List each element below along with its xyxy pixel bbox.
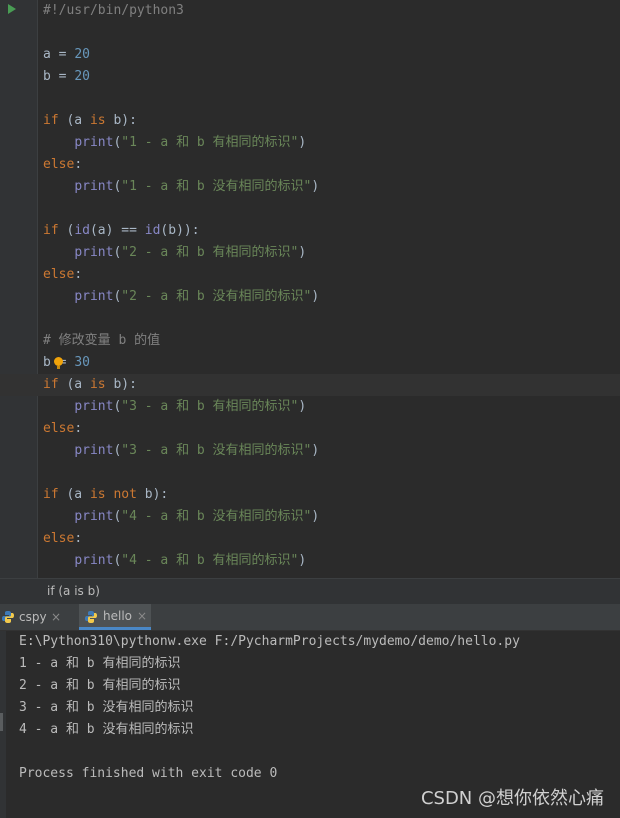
code-line-text: print("1 - a 和 b 有相同的标识") bbox=[74, 135, 307, 150]
tab-hello[interactable]: hello × bbox=[79, 604, 151, 630]
run-tab-bar: cspy × hello × bbox=[0, 604, 620, 631]
code-editor[interactable]: #!/usr/bin/python3 a = 20 b = 20 if (a i… bbox=[0, 0, 620, 578]
lightbulb-icon[interactable] bbox=[54, 357, 63, 369]
code-line[interactable]: else: bbox=[0, 418, 620, 440]
code-line-text: print("3 - a 和 b 没有相同的标识") bbox=[74, 443, 320, 458]
code-line[interactable]: else: bbox=[0, 528, 620, 550]
code-line[interactable]: else: bbox=[0, 264, 620, 286]
close-icon[interactable]: × bbox=[51, 604, 61, 630]
tab-label: hello bbox=[103, 609, 132, 623]
breadcrumb-item[interactable]: if (a is b) bbox=[47, 579, 100, 604]
code-line-text: # 修改变量 b 的值 bbox=[43, 333, 161, 348]
console-line: 2 - a 和 b 有相同的标识 bbox=[19, 678, 181, 693]
code-line-text: else: bbox=[43, 421, 83, 436]
code-line-text: if (id(a) == id(b)): bbox=[43, 223, 200, 238]
code-line-text: if (a is not b): bbox=[43, 487, 169, 502]
console-line: 4 - a 和 b 没有相同的标识 bbox=[19, 722, 194, 737]
code-line-text: print("3 - a 和 b 有相同的标识") bbox=[74, 399, 307, 414]
code-line-current[interactable]: if (a is b): bbox=[0, 374, 620, 396]
console-line: 3 - a 和 b 没有相同的标识 bbox=[19, 700, 194, 715]
code-line[interactable]: print("1 - a 和 b 没有相同的标识") bbox=[0, 176, 620, 198]
code-line-text: print("4 - a 和 b 有相同的标识") bbox=[74, 553, 307, 568]
console-marker bbox=[0, 713, 3, 731]
python-icon bbox=[85, 611, 97, 623]
code-line-text: else: bbox=[43, 531, 83, 546]
code-line-text: print("2 - a 和 b 有相同的标识") bbox=[74, 245, 307, 260]
code-line[interactable]: print("1 - a 和 b 有相同的标识") bbox=[0, 132, 620, 154]
watermark: CSDN @想你依然心痛 bbox=[420, 788, 604, 809]
code-line[interactable]: else: bbox=[0, 154, 620, 176]
code-line[interactable]: print("4 - a 和 b 有相同的标识") bbox=[0, 550, 620, 572]
code-line-text: b = 20 bbox=[43, 69, 90, 84]
code-line[interactable]: print("3 - a 和 b 没有相同的标识") bbox=[0, 440, 620, 462]
code-line[interactable]: print("2 - a 和 b 有相同的标识") bbox=[0, 242, 620, 264]
code-line[interactable]: # 修改变量 b 的值 bbox=[0, 330, 620, 352]
console-gutter bbox=[0, 631, 6, 818]
close-icon[interactable]: × bbox=[137, 604, 147, 628]
code-line-text: else: bbox=[43, 267, 83, 282]
code-line-text: b = 30 bbox=[43, 355, 90, 370]
code-line-text: if (a is b): bbox=[43, 113, 137, 128]
code-line[interactable]: b = 30 bbox=[0, 352, 620, 374]
code-line[interactable]: if (a is not b): bbox=[0, 484, 620, 506]
code-line-text: else: bbox=[43, 157, 83, 172]
code-line-text: print("4 - a 和 b 没有相同的标识") bbox=[74, 509, 320, 524]
code-line[interactable]: print("4 - a 和 b 没有相同的标识") bbox=[0, 506, 620, 528]
console-line: E:\Python310\pythonw.exe F:/PycharmProje… bbox=[19, 634, 520, 649]
code-line[interactable]: b = 20 bbox=[0, 66, 620, 88]
code-line[interactable]: print("2 - a 和 b 没有相同的标识") bbox=[0, 286, 620, 308]
code-line[interactable]: if (a is b): bbox=[0, 110, 620, 132]
breadcrumb[interactable]: if (a is b) bbox=[0, 578, 620, 605]
console-line: Process finished with exit code 0 bbox=[19, 766, 278, 781]
code-line[interactable]: if (id(a) == id(b)): bbox=[0, 220, 620, 242]
tab-cspy[interactable]: cspy × bbox=[0, 604, 70, 630]
code-line[interactable]: print("3 - a 和 b 有相同的标识") bbox=[0, 396, 620, 418]
code-line-text: #!/usr/bin/python3 bbox=[43, 3, 184, 18]
code-line-text: a = 20 bbox=[43, 47, 90, 62]
tab-label: cspy bbox=[19, 610, 47, 624]
code-line[interactable]: #!/usr/bin/python3 bbox=[0, 0, 620, 22]
code-line[interactable]: a = 20 bbox=[0, 44, 620, 66]
python-icon bbox=[2, 611, 14, 623]
code-line-text: print("2 - a 和 b 没有相同的标识") bbox=[74, 289, 320, 304]
code-line-text: if (a is b): bbox=[43, 377, 137, 392]
console-line: 1 - a 和 b 有相同的标识 bbox=[19, 656, 181, 671]
code-line-text: print("1 - a 和 b 没有相同的标识") bbox=[74, 179, 320, 194]
